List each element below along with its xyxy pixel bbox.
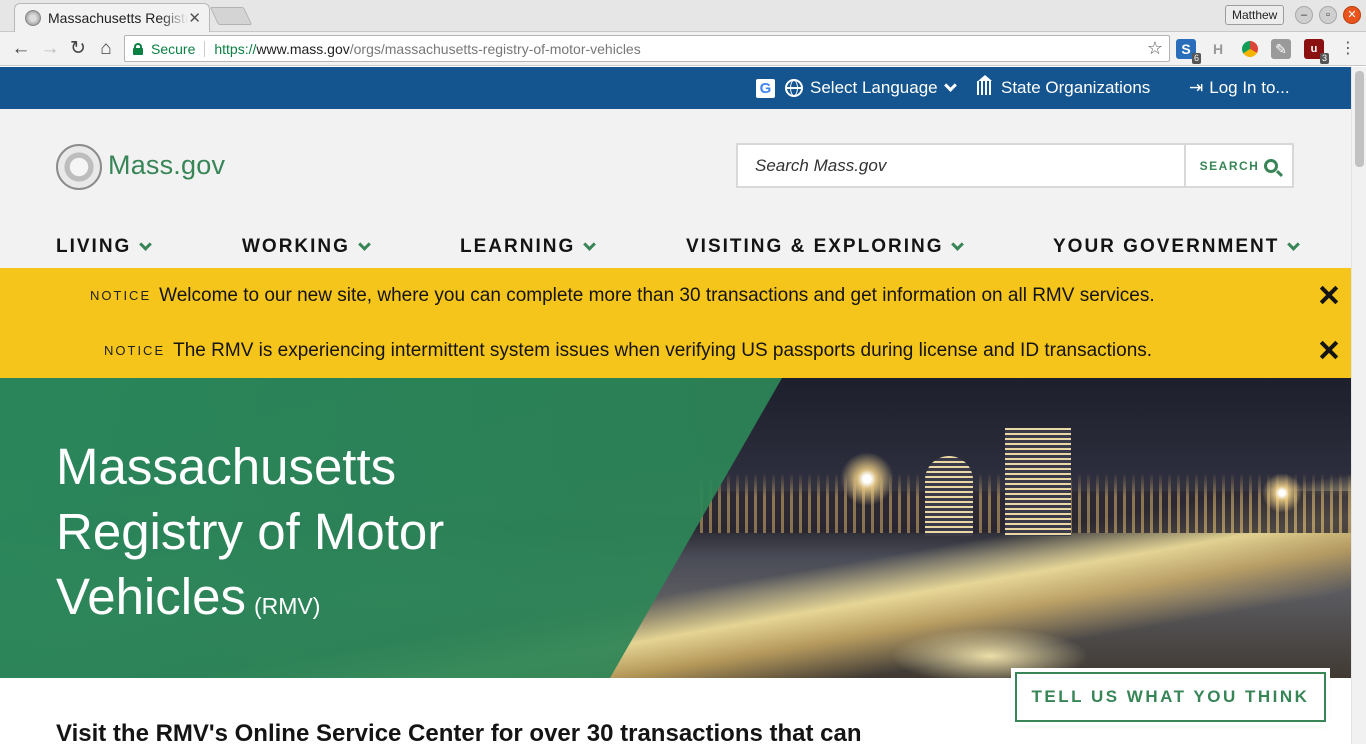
address-separator — [204, 40, 206, 57]
page-viewport: G Select Language State Organizations ⇥ … — [0, 67, 1366, 744]
extension-badge: 3 — [1319, 53, 1329, 64]
browser-tab[interactable]: Massachusetts Registry of Motor Vehicles… — [14, 3, 210, 32]
new-tab-button[interactable] — [209, 7, 253, 25]
browser-menu-icon[interactable]: ⋮ — [1338, 39, 1358, 59]
state-organizations-label: State Organizations — [1001, 78, 1151, 97]
secure-label[interactable]: Secure — [151, 41, 195, 57]
ublock-extension-icon[interactable]: u3 — [1304, 39, 1329, 64]
scrollbar-thumb[interactable] — [1355, 71, 1364, 167]
nav-item-your-government[interactable]: YOUR GOVERNMENT — [1053, 226, 1301, 268]
url-host: www.mass.gov — [256, 40, 350, 57]
page-title: Massachusetts Registry of Motor Vehicles… — [56, 438, 445, 625]
site-header: Mass.gov SEARCH LIVING WORKING LEARNING — [0, 109, 1351, 268]
minimize-window-button[interactable]: – — [1295, 6, 1313, 24]
log-in-label: Log In to... — [1209, 78, 1290, 97]
tab-close-icon[interactable]: ✕ — [188, 9, 201, 27]
streetlight-glow — [840, 452, 894, 506]
browser-tab-strip: Massachusetts Registry of Motor Vehicles… — [0, 0, 1366, 32]
chevron-down-icon — [139, 237, 153, 251]
notice-text: The RMV is experiencing intermittent sys… — [173, 339, 1153, 361]
page-scrollbar[interactable] — [1351, 67, 1366, 744]
notice-label: NOTICE — [90, 288, 152, 303]
chevron-down-icon — [951, 237, 965, 251]
url-path: /orgs/massachusetts-registry-of-motor-ve… — [349, 40, 641, 57]
building-icon — [977, 75, 993, 95]
chevron-down-icon — [583, 237, 597, 251]
h-extension-icon[interactable]: H — [1208, 39, 1228, 59]
notice-content: NOTICE Welcome to our new site, where yo… — [90, 268, 1155, 323]
pen-extension-icon[interactable]: ✎ — [1271, 39, 1291, 59]
log-in-button[interactable]: ⇥ Log In to... — [1189, 67, 1290, 109]
back-button[interactable]: ← — [9, 37, 33, 61]
select-language-label: Select Language — [810, 78, 938, 97]
search-button[interactable]: SEARCH — [1184, 145, 1292, 186]
url-scheme: https:// — [214, 40, 257, 57]
search-icon — [1264, 158, 1279, 173]
notice-banner: NOTICE Welcome to our new site, where yo… — [0, 268, 1351, 378]
google-translate-icon: G — [756, 79, 775, 98]
utility-bar: G Select Language State Organizations ⇥ … — [0, 67, 1351, 109]
search-button-label: SEARCH — [1199, 158, 1260, 173]
chevron-down-icon — [943, 79, 957, 92]
site-logo-text[interactable]: Mass.gov — [108, 150, 225, 181]
close-icon[interactable] — [1319, 340, 1339, 360]
notice-text: Welcome to our new site, where you can c… — [159, 284, 1155, 306]
mass-seal-favicon-icon — [25, 10, 41, 26]
maximize-window-button[interactable]: ▫ — [1319, 6, 1337, 24]
close-icon[interactable] — [1319, 285, 1339, 305]
hero-banner: Massachusetts Registry of Motor Vehicles… — [0, 378, 1351, 678]
content-heading: Visit the RMV's Online Service Center fo… — [56, 720, 862, 744]
streetlight-glow — [1262, 473, 1302, 513]
state-organizations-button[interactable]: State Organizations — [977, 67, 1150, 109]
close-window-button[interactable]: ✕ — [1343, 6, 1361, 24]
main-nav: LIVING WORKING LEARNING VISITING & EXPLO… — [0, 226, 1351, 268]
login-icon: ⇥ — [1189, 78, 1204, 97]
nav-item-working[interactable]: WORKING — [242, 226, 371, 268]
title-abbreviation: (RMV) — [253, 593, 321, 619]
bookmark-star-icon[interactable]: ☆ — [1147, 38, 1163, 59]
chevron-down-icon — [1287, 237, 1301, 251]
select-language-button[interactable]: Select Language — [785, 67, 957, 109]
lock-icon — [133, 42, 143, 55]
nav-item-living[interactable]: LIVING — [56, 226, 153, 268]
sticky-notes-extension-icon[interactable]: S6 — [1176, 39, 1201, 64]
chevron-down-icon — [358, 237, 371, 251]
reload-button[interactable]: ↻ — [66, 37, 90, 61]
feedback-button[interactable]: TELL US WHAT YOU THINK — [1015, 672, 1326, 722]
extension-badge: 6 — [1191, 53, 1201, 64]
search-form: SEARCH — [736, 143, 1294, 188]
nav-item-visiting-exploring[interactable]: VISITING & EXPLORING — [686, 226, 965, 268]
skyline-building — [925, 456, 973, 536]
address-bar[interactable]: Secure https:// www.mass.gov /orgs/massa… — [124, 35, 1170, 62]
tab-title: Massachusetts Registry of Motor Vehicles — [48, 10, 188, 26]
home-button[interactable]: ⌂ — [94, 37, 118, 61]
mass-seal-logo[interactable] — [56, 144, 102, 190]
notice-label: NOTICE — [104, 343, 166, 358]
globe-icon — [785, 79, 803, 97]
notice-item: NOTICE Welcome to our new site, where yo… — [0, 268, 1351, 323]
mass-gov-page: G Select Language State Organizations ⇥ … — [0, 67, 1351, 744]
notice-item: NOTICE The RMV is experiencing intermitt… — [0, 323, 1351, 378]
chrome-color-extension-icon[interactable] — [1242, 41, 1258, 57]
browser-toolbar: ← → ↻ ⌂ Secure https:// www.mass.gov /or… — [0, 32, 1366, 66]
skyline-building — [1005, 428, 1071, 536]
forward-button[interactable]: → — [38, 37, 62, 61]
profile-button[interactable]: Matthew — [1225, 5, 1285, 25]
nav-item-learning[interactable]: LEARNING — [460, 226, 597, 268]
notice-content: NOTICE The RMV is experiencing intermitt… — [104, 323, 1152, 378]
search-input[interactable] — [738, 145, 1184, 186]
